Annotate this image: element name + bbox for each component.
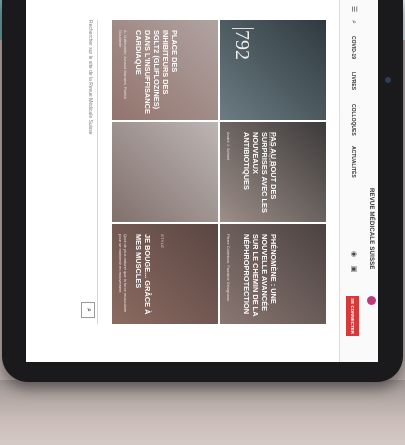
main-nav: ☰ ⌕ COVID-19 LIVRES COLLOQUES ACTUALITÉS…: [342, 0, 362, 362]
article-card-sglt2[interactable]: PLACE DES INHIBITEURS DES SGLT2 (GLIFLOZ…: [112, 20, 218, 120]
article-title: PAS AU BOUT DES SURPRISES AVEC LES NOUVE…: [242, 132, 278, 213]
search-input[interactable]: Rechercher sur le site de la Revue Médic…: [87, 20, 93, 135]
card-overlay: [112, 122, 218, 222]
article-title: PLACE DES INHIBITEURS DES SGLT2 (GLIFLOZ…: [134, 30, 179, 114]
search-button[interactable]: ⌕: [81, 302, 95, 318]
section-title: REVUE MÉDICALE SUISSE: [368, 188, 374, 270]
article-category: STYLE: [160, 234, 165, 249]
cart-icon[interactable]: ▣: [349, 265, 357, 273]
site-header: REVUE MÉDICALE SUISSE ☰ ⌕ COVID-19 LIVRE…: [339, 0, 378, 362]
issue-number: 792: [231, 30, 253, 60]
article-author: A. Vuilleumier, Arnaud Barraira, Patrick…: [118, 30, 128, 99]
background-table: [0, 380, 405, 445]
nav-item-covid[interactable]: COVID-19: [350, 36, 356, 59]
article-author: André J. Schmit: [226, 132, 231, 161]
tablet-screen: REVUE MÉDICALE SUISSE ☰ ⌕ COVID-19 LIVRE…: [26, 0, 378, 362]
user-icon[interactable]: ◉: [349, 250, 357, 258]
login-button[interactable]: SE CONNECTER: [346, 296, 359, 336]
brand-logo-icon: [367, 296, 376, 305]
article-description: Quoi de plus naturel que la force muscul…: [118, 234, 128, 313]
article-title: PHÉNOMÈNE : UNE NOUVELLE AVANCÉE SUR LE …: [242, 234, 278, 317]
tablet-device: REVUE MÉDICALE SUISSE ☰ ⌕ COVID-19 LIVRE…: [2, 0, 403, 382]
site-search: Rechercher sur le site de la Revue Médic…: [81, 20, 98, 324]
article-card-phenomene[interactable]: PHÉNOMÈNE : UNE NOUVELLE AVANCÉE SUR LE …: [220, 224, 326, 324]
article-grid: 792 ANTIBIOTIQUES PAS AU BOUT DES SURPRI…: [112, 20, 326, 324]
nav-item-livres[interactable]: LIVRES: [350, 72, 356, 90]
menu-icon[interactable]: ☰: [349, 5, 357, 13]
camera-icon: [385, 77, 391, 83]
nav-item-colloques[interactable]: COLLOQUES: [350, 104, 356, 136]
nav-item-actualites[interactable]: ACTUALITÉS: [350, 146, 356, 178]
article-title: JE BOUGE... GRÂCE À MES MUSCLES: [134, 234, 152, 315]
search-icon[interactable]: ⌕: [349, 18, 357, 26]
issue-card[interactable]: 792: [220, 20, 326, 120]
article-card-antibiotiques[interactable]: ANTIBIOTIQUES PAS AU BOUT DES SURPRISES …: [220, 122, 326, 222]
article-author: Pierre Corimbon, Faustine Grisignann: [226, 234, 231, 302]
article-card-muscles[interactable]: STYLE JE BOUGE... GRÂCE À MES MUSCLES Qu…: [112, 224, 218, 324]
divider: [232, 28, 254, 29]
article-card-blank[interactable]: [112, 122, 218, 222]
website-page: REVUE MÉDICALE SUISSE ☰ ⌕ COVID-19 LIVRE…: [26, 0, 378, 362]
